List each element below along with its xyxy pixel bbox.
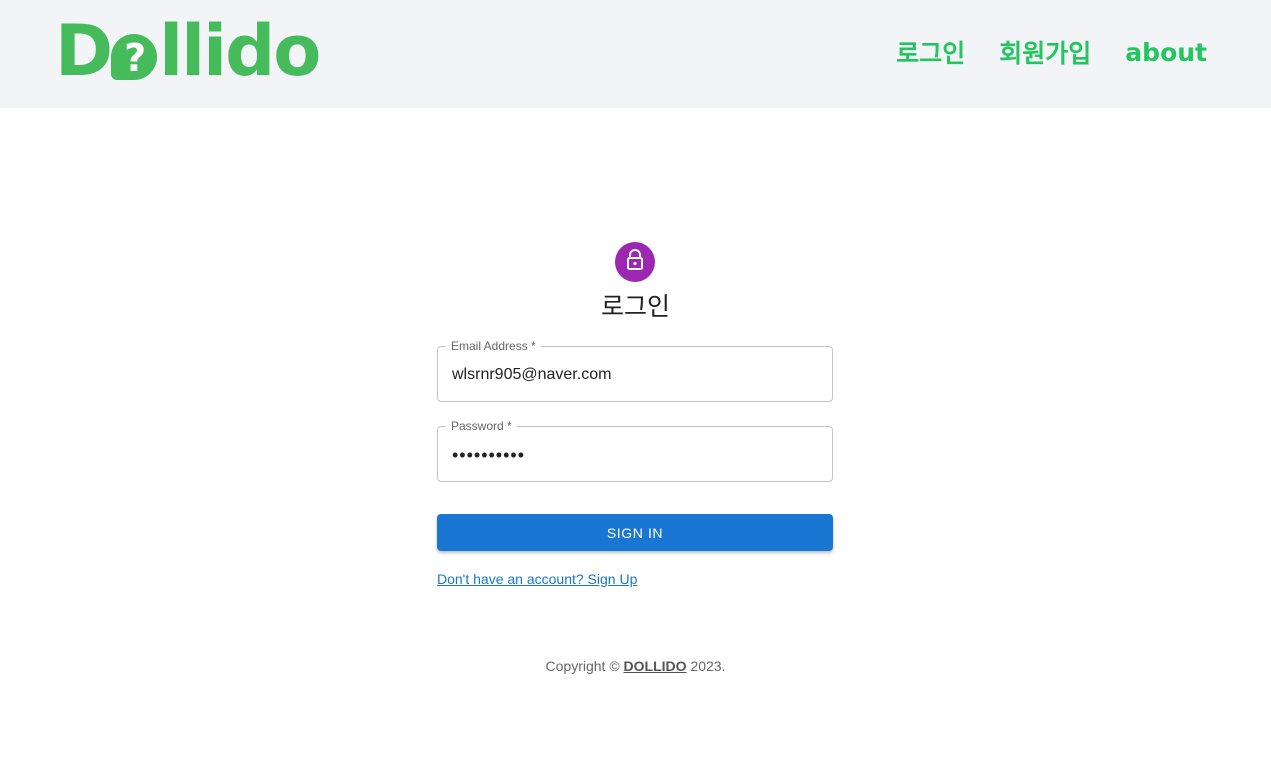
logo-text-rest: llido [159, 10, 321, 92]
sign-up-link[interactable]: Don't have an account? Sign Up [437, 571, 637, 587]
app-header: D ? llido 로그인 회원가입 about [0, 0, 1271, 108]
email-input[interactable] [450, 346, 824, 404]
copyright-footer: Copyright © DOLLIDO 2023. [0, 658, 1271, 674]
copyright-year: 2023. [686, 658, 726, 674]
dollido-logo[interactable]: D ? llido [55, 10, 321, 92]
password-field[interactable]: Password * [437, 420, 833, 484]
login-title: 로그인 [600, 292, 670, 321]
dollido-footer-link[interactable]: DOLLIDO [624, 658, 687, 674]
password-input[interactable] [450, 426, 824, 484]
lock-avatar [615, 242, 655, 282]
nav-login-link[interactable]: 로그인 [896, 34, 965, 70]
logo-letter-d: D [55, 10, 113, 92]
logo-question-bubble: ? [111, 34, 158, 80]
sign-in-button[interactable]: SIGN IN [437, 514, 833, 551]
top-nav: 로그인 회원가입 about [896, 34, 1207, 70]
nav-about-link[interactable]: about [1125, 38, 1207, 67]
email-field[interactable]: Email Address * [437, 340, 833, 404]
lock-icon [625, 248, 645, 276]
nav-signup-link[interactable]: 회원가입 [999, 34, 1091, 70]
copyright-prefix: Copyright © [545, 658, 624, 674]
